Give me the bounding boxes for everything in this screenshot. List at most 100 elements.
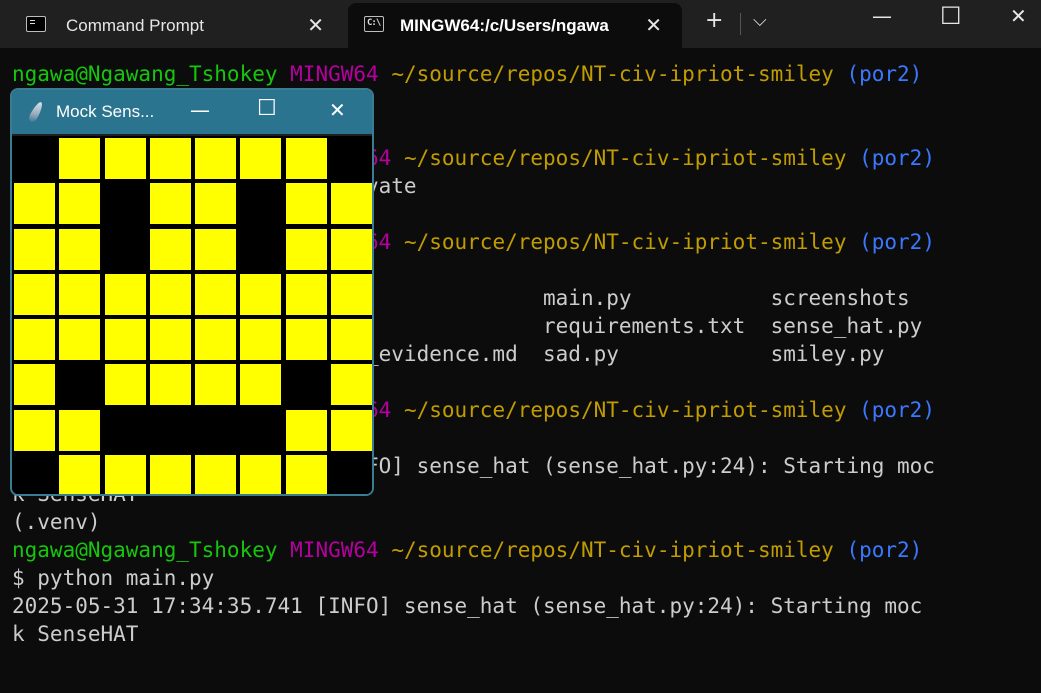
terminal-line: ngawa@Ngawang_Tshokey MINGW64 ~/source/r…	[12, 60, 1041, 88]
led-pixel	[286, 364, 327, 405]
led-pixel	[331, 410, 372, 451]
mock-sensehat-window[interactable]: Mock Sens... — ☐ ✕	[10, 88, 374, 496]
terminal-text: (por2)	[846, 62, 923, 86]
led-pixel	[331, 455, 372, 494]
led-pixel	[105, 138, 146, 179]
led-pixel	[195, 364, 236, 405]
led-pixel	[286, 183, 327, 224]
led-pixel	[286, 410, 327, 451]
tabbar-divider	[740, 13, 741, 35]
led-pixel	[150, 364, 191, 405]
mock-window-title: Mock Sens...	[56, 102, 155, 121]
terminal-line: ngawa@Ngawang_Tshokey MINGW64 ~/source/r…	[12, 536, 1041, 564]
led-pixel	[14, 138, 55, 179]
led-pixel	[150, 183, 191, 224]
terminal-line: 2025-05-31 17:34:35.741 [INFO] sense_hat…	[12, 592, 1041, 620]
led-pixel	[14, 274, 55, 315]
terminal-text: (por2)	[859, 398, 935, 422]
led-pixel	[59, 138, 100, 179]
close-tab-icon[interactable]: ✕	[645, 13, 662, 37]
led-pixel	[150, 138, 191, 179]
led-pixel	[105, 229, 146, 270]
mock-minimize-button[interactable]: —	[190, 98, 210, 122]
terminal-line: $ python main.py	[12, 564, 1041, 592]
terminal-text: $ python main.py	[12, 566, 215, 590]
led-pixel	[331, 319, 372, 360]
tab-bar: Command Prompt ✕ C:\ MINGW64:/c/Users/ng…	[0, 0, 1041, 48]
terminal-text: ~/source/repos/NT-civ-ipriot-smiley	[403, 146, 860, 170]
led-pixel	[195, 183, 236, 224]
terminal-text: MINGW64	[290, 538, 392, 562]
terminal-text: ngawa@Ngawang_Tshokey	[12, 538, 291, 562]
feather-icon	[27, 100, 45, 124]
terminal-line: (.venv)	[12, 508, 1041, 536]
led-pixel	[240, 274, 281, 315]
led-matrix	[12, 136, 372, 494]
mock-window-titlebar[interactable]: Mock Sens... — ☐ ✕	[12, 90, 372, 134]
terminal-text: (.venv)	[12, 510, 101, 534]
led-pixel	[14, 364, 55, 405]
led-pixel	[240, 319, 281, 360]
led-pixel	[150, 319, 191, 360]
led-pixel	[14, 319, 55, 360]
led-pixel	[286, 455, 327, 494]
led-pixel	[331, 183, 372, 224]
close-window-button[interactable]: ✕	[1010, 4, 1027, 28]
led-pixel	[240, 410, 281, 451]
led-pixel	[150, 455, 191, 494]
led-pixel	[59, 319, 100, 360]
terminal-text: MINGW64	[290, 62, 392, 86]
led-pixel	[240, 455, 281, 494]
led-pixel	[195, 274, 236, 315]
led-pixel	[59, 410, 100, 451]
led-pixel	[59, 274, 100, 315]
terminal-text: ~/source/repos/NT-civ-ipriot-smiley	[391, 538, 847, 562]
terminal-text: ~/source/repos/NT-civ-ipriot-smiley	[403, 230, 860, 254]
terminal-text: ~/source/repos/NT-civ-ipriot-smiley	[391, 62, 847, 86]
terminal-text: ngawa@Ngawang_Tshokey	[12, 62, 291, 86]
led-pixel	[240, 138, 281, 179]
new-tab-button[interactable]: +	[705, 8, 723, 33]
terminal-icon: C:\	[364, 16, 384, 32]
led-pixel	[59, 455, 100, 494]
led-pixel	[105, 183, 146, 224]
tab-command-prompt[interactable]: Command Prompt ✕	[14, 3, 344, 48]
led-pixel	[195, 455, 236, 494]
led-pixel	[105, 319, 146, 360]
led-pixel	[14, 455, 55, 494]
terminal-text: 2025-05-31 17:34:35.741 [INFO] sense_hat…	[12, 594, 923, 618]
terminal-text: (por2)	[859, 146, 935, 170]
led-pixel	[150, 229, 191, 270]
chevron-down-icon[interactable]: ⌵	[753, 10, 767, 31]
led-pixel	[14, 410, 55, 451]
led-pixel	[331, 364, 372, 405]
led-pixel	[286, 319, 327, 360]
mock-maximize-button[interactable]: ☐	[257, 96, 277, 121]
led-pixel	[240, 183, 281, 224]
mock-close-button[interactable]: ✕	[329, 98, 346, 122]
tab-title: Command Prompt	[66, 16, 204, 35]
led-pixel	[195, 229, 236, 270]
led-pixel	[150, 410, 191, 451]
close-tab-icon[interactable]: ✕	[307, 13, 324, 37]
led-pixel	[195, 410, 236, 451]
maximize-button[interactable]: ☐	[940, 2, 962, 30]
cmd-icon	[26, 16, 46, 32]
led-pixel	[105, 410, 146, 451]
led-pixel	[59, 364, 100, 405]
led-pixel	[286, 138, 327, 179]
terminal-text: k SenseHAT	[12, 622, 139, 646]
tab-title: MINGW64:/c/Users/ngawa	[400, 16, 609, 35]
led-pixel	[59, 229, 100, 270]
led-pixel	[59, 183, 100, 224]
led-pixel	[105, 455, 146, 494]
terminal-text: ~/source/repos/NT-civ-ipriot-smiley	[403, 398, 860, 422]
terminal-line: k SenseHAT	[12, 620, 1041, 648]
tab-mingw64[interactable]: C:\ MINGW64:/c/Users/ngawa ✕	[348, 3, 682, 48]
led-pixel	[195, 138, 236, 179]
terminal-text: (por2)	[846, 538, 923, 562]
led-pixel	[331, 229, 372, 270]
led-pixel	[240, 229, 281, 270]
led-pixel	[105, 364, 146, 405]
minimize-button[interactable]: —	[872, 4, 892, 28]
